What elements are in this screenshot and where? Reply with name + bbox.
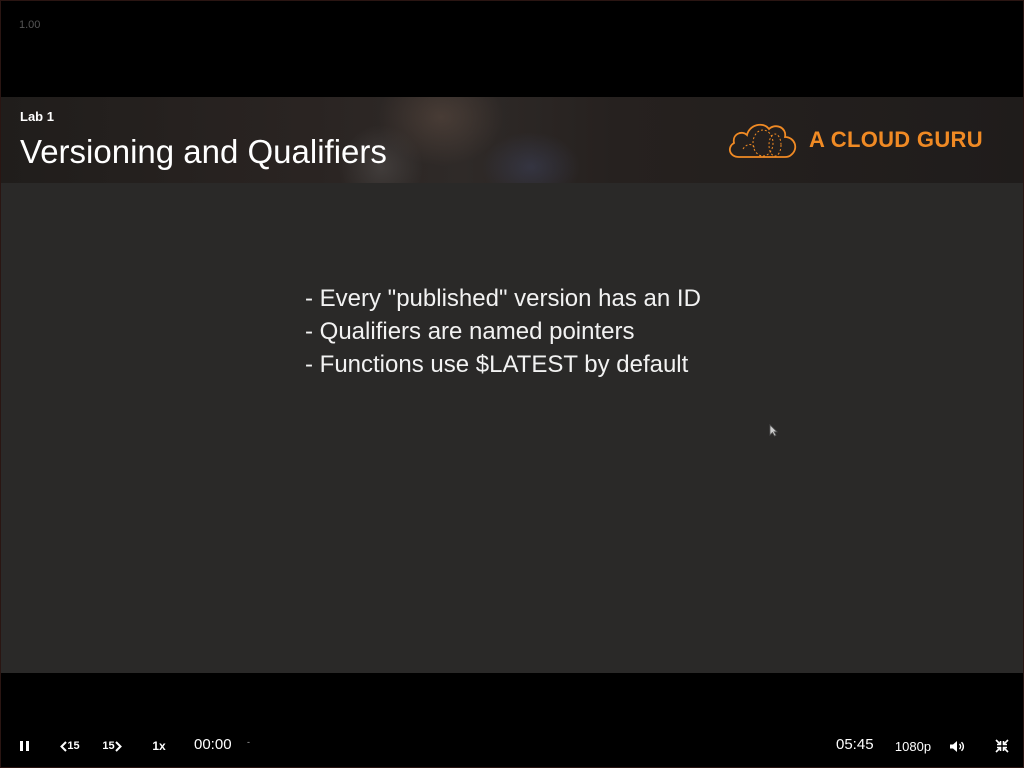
slide: Lab 1 Versioning and Qualifiers A CLOUD … — [1, 97, 1023, 673]
exit-fullscreen-icon — [995, 739, 1009, 753]
bullet-item: - Every "published" version has an ID — [305, 285, 701, 312]
quality-button[interactable]: 1080p — [894, 737, 932, 755]
logo: A CLOUD GURU — [725, 119, 983, 161]
video-player[interactable]: 1.00 Lab 1 Versioning and Qualifiers A C… — [0, 0, 1024, 768]
slide-header: Lab 1 Versioning and Qualifiers A CLOUD … — [1, 97, 1023, 183]
current-time: 00:00 — [194, 736, 232, 753]
playback-speed-button[interactable]: 1x — [149, 737, 169, 755]
control-bar: 15 15 1x 00:00 - 05:45 1080p — [1, 673, 1023, 767]
bullet-item: - Functions use $LATEST by default — [305, 351, 689, 378]
chevron-left-icon — [60, 740, 68, 752]
zoom-readout: 1.00 — [19, 19, 41, 31]
cloud-logo-icon — [728, 123, 797, 158]
pause-button[interactable] — [15, 737, 33, 755]
skip-forward-button[interactable]: 15 — [99, 737, 125, 755]
time-separator: - — [247, 737, 250, 747]
mouse-cursor-icon — [769, 424, 778, 437]
lab-label: Lab 1 — [20, 109, 54, 124]
pause-icon — [19, 741, 29, 751]
skip-back-button[interactable]: 15 — [57, 737, 83, 755]
volume-icon — [950, 740, 965, 752]
bullet-list: - Every "published" version has an ID - … — [305, 282, 701, 381]
total-time: 05:45 — [836, 736, 874, 753]
slide-title: Versioning and Qualifiers — [20, 133, 387, 170]
skip-forward-label: 15 — [102, 740, 115, 752]
logo-text: A CLOUD GURU — [809, 127, 983, 152]
skip-back-label: 15 — [67, 740, 80, 752]
chevron-right-icon — [114, 740, 122, 752]
bullet-item: - Qualifiers are named pointers — [305, 318, 635, 345]
volume-button[interactable] — [948, 737, 966, 755]
exit-fullscreen-button[interactable] — [993, 737, 1011, 755]
